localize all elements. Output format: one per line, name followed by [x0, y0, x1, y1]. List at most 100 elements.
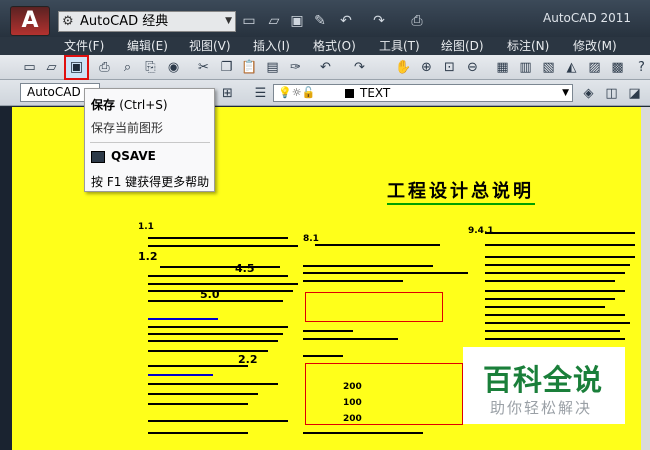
- material-table: [305, 363, 463, 425]
- section-heading-line: [148, 318, 218, 320]
- match-properties-icon[interactable]: ✑: [286, 58, 305, 77]
- note-number: 8.1: [303, 234, 319, 244]
- note-line: [148, 300, 283, 302]
- note-line: [485, 314, 625, 316]
- open-icon[interactable]: ▱: [42, 58, 61, 77]
- paste-icon[interactable]: 📋: [240, 58, 259, 77]
- pan-icon[interactable]: ✋: [394, 58, 413, 77]
- vertical-scrollbar[interactable]: [641, 107, 650, 450]
- table-value: 200: [343, 414, 362, 424]
- undo-icon[interactable]: ↶: [316, 58, 335, 77]
- save-icon[interactable]: ▣: [288, 13, 306, 30]
- make-current-icon[interactable]: ◈: [579, 84, 598, 103]
- left-frame: [0, 107, 12, 450]
- layer-states-icon[interactable]: ◪: [625, 84, 644, 103]
- cut-icon[interactable]: ✂: [194, 58, 213, 77]
- 3d-print-icon[interactable]: ◉: [164, 58, 183, 77]
- note-line: [148, 283, 298, 285]
- zoom-window-icon[interactable]: ⊡: [440, 58, 459, 77]
- redo-icon[interactable]: ↷: [370, 13, 388, 30]
- save-tooltip: 保存 (Ctrl+S) 保存当前图形 QSAVE 按 F1 键获得更多帮助: [84, 88, 215, 192]
- design-center-icon[interactable]: ▥: [516, 58, 535, 77]
- new-icon[interactable]: ▭: [20, 58, 39, 77]
- note-line: [485, 306, 605, 308]
- drawing-title: 工程设计总说明: [387, 181, 534, 202]
- note-line: [303, 355, 343, 357]
- copy-icon[interactable]: ❐: [217, 58, 236, 77]
- note-line: [303, 272, 468, 274]
- note-line: [148, 290, 293, 292]
- sheet-set-icon[interactable]: ◭: [562, 58, 581, 77]
- menu-format[interactable]: 格式(O): [313, 37, 356, 55]
- note-line: [485, 244, 635, 246]
- note-line: [485, 298, 615, 300]
- tool-palettes-icon[interactable]: ▧: [539, 58, 558, 77]
- new-icon[interactable]: ▭: [240, 13, 258, 30]
- workspace-dropdown[interactable]: ⚙ AutoCAD 经典 ▼: [58, 11, 236, 32]
- save-button[interactable]: ▣: [64, 55, 89, 80]
- application-menu-button[interactable]: A: [10, 6, 50, 36]
- note-line: [303, 330, 353, 332]
- note-number: 1.1: [138, 222, 154, 232]
- note-line: [485, 330, 620, 332]
- calculator-icon[interactable]: ▩: [608, 58, 627, 77]
- spec-table: [305, 292, 443, 322]
- markup-icon[interactable]: ▨: [585, 58, 604, 77]
- menu-tools[interactable]: 工具(T): [379, 37, 420, 55]
- table-value: 200: [343, 382, 362, 392]
- section-heading-line: [148, 374, 213, 376]
- note-line: [148, 393, 258, 395]
- zoom-previous-icon[interactable]: ⊖: [463, 58, 482, 77]
- tooltip-title: 保存 (Ctrl+S): [91, 98, 168, 112]
- title-underline: [387, 203, 535, 205]
- menu-view[interactable]: 视图(V): [189, 37, 231, 55]
- menu-draw[interactable]: 绘图(D): [441, 37, 484, 55]
- tooltip-description: 保存当前图形: [91, 121, 164, 135]
- note-line: [148, 245, 298, 247]
- tooltip-help: 按 F1 键获得更多帮助: [91, 175, 210, 189]
- note-line: [485, 322, 630, 324]
- paste-block-icon[interactable]: ▤: [263, 58, 282, 77]
- tooltip-command: QSAVE: [111, 149, 156, 163]
- plot-preview-icon[interactable]: ⌕: [118, 58, 137, 77]
- note-line: [160, 266, 280, 268]
- note-line: [303, 338, 398, 340]
- menu-insert[interactable]: 插入(I): [253, 37, 290, 55]
- plot-icon[interactable]: ⎙: [95, 58, 114, 77]
- note-line: [148, 350, 268, 352]
- note-line: [485, 272, 625, 274]
- layer-manager-icon[interactable]: ☰: [251, 84, 270, 103]
- menu-file[interactable]: 文件(F): [64, 37, 104, 55]
- menu-modify[interactable]: 修改(M): [573, 37, 617, 55]
- save-icon: ▣: [69, 59, 84, 75]
- note-line: [303, 432, 423, 434]
- note-line: [148, 275, 288, 277]
- layer-color-swatch: [345, 89, 354, 98]
- tooltip-divider: [90, 142, 210, 143]
- layer-previous-icon[interactable]: ◫: [602, 84, 621, 103]
- publish-icon[interactable]: ⎘: [141, 58, 160, 77]
- open-icon[interactable]: ▱: [265, 13, 283, 30]
- note-line: [485, 232, 635, 234]
- menu-edit[interactable]: 编辑(E): [127, 37, 168, 55]
- dimension-style-icon[interactable]: ⊞: [218, 84, 237, 103]
- note-line: [148, 326, 288, 328]
- plot-icon[interactable]: ⎙: [408, 13, 426, 30]
- saveas-icon[interactable]: ✎: [311, 13, 329, 30]
- note-line: [485, 256, 635, 258]
- zoom-realtime-icon[interactable]: ⊕: [417, 58, 436, 77]
- tooltip-shortcut: (Ctrl+S): [119, 98, 168, 112]
- layer-state-icon: 💡☼🔓: [278, 86, 316, 99]
- note-line: [148, 420, 288, 422]
- undo-icon[interactable]: ↶: [337, 13, 355, 30]
- properties-icon[interactable]: ▦: [493, 58, 512, 77]
- gear-icon: ⚙: [62, 14, 74, 29]
- menu-dimension[interactable]: 标注(N): [507, 37, 549, 55]
- redo-icon[interactable]: ↷: [350, 58, 369, 77]
- help-icon[interactable]: ?: [632, 58, 650, 77]
- note-line: [485, 280, 615, 282]
- layer-dropdown[interactable]: 💡☼🔓 TEXT ▼: [273, 84, 573, 102]
- note-line: [148, 383, 278, 385]
- note-line: [148, 237, 288, 239]
- note-value: 1.2: [138, 250, 158, 263]
